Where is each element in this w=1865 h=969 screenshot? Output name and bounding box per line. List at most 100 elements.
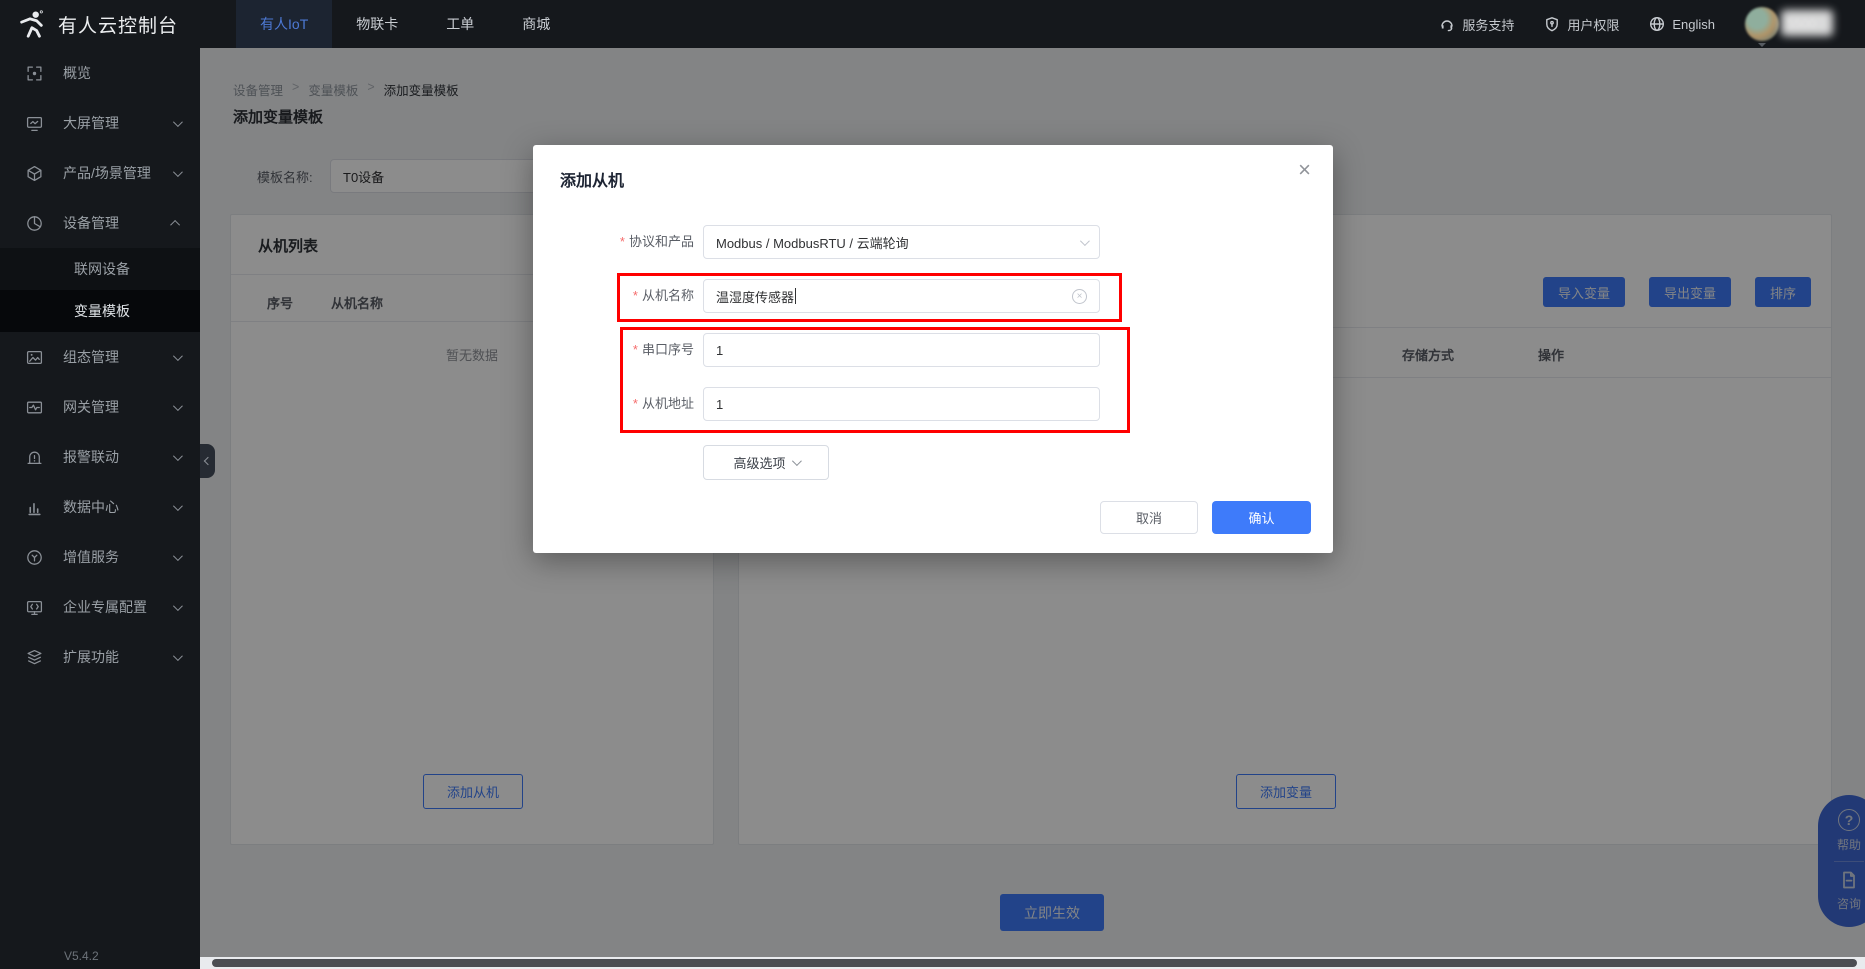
headset-icon <box>1439 16 1455 32</box>
nav-tab-workorder[interactable]: 工单 <box>422 0 498 48</box>
globe-icon <box>1649 16 1665 32</box>
sidebar-label: 数据中心 <box>63 497 119 517</box>
address-label: *从机地址 <box>533 387 694 421</box>
required-mark: * <box>633 288 638 303</box>
add-slave-modal: 添加从机 × *协议和产品 Modbus / ModbusRTU / 云端轮询 … <box>533 145 1333 553</box>
app-window: 有人云控制台 有人IoT 物联卡 工单 商城 服务支持 <box>0 0 1865 969</box>
language-switch[interactable]: English <box>1649 16 1715 32</box>
alarm-icon <box>26 449 43 466</box>
slave-name-value: 温湿度传感器 <box>716 287 794 306</box>
protocol-select[interactable]: Modbus / ModbusRTU / 云端轮询 <box>703 225 1100 259</box>
sidebar-label: 增值服务 <box>63 547 119 567</box>
nav-tab-mall[interactable]: 商城 <box>498 0 574 48</box>
sidebar-label: 扩展功能 <box>63 647 119 667</box>
chevron-down-icon <box>1080 236 1090 246</box>
sidebar-item-enterprise[interactable]: 企业专属配置 <box>0 582 200 632</box>
nav-tab-iot[interactable]: 有人IoT <box>236 0 332 48</box>
advanced-options-button[interactable]: 高级选项 <box>703 445 829 480</box>
slave-address-input[interactable] <box>703 387 1100 421</box>
confirm-button[interactable]: 确认 <box>1212 501 1311 534</box>
serial-label: *串口序号 <box>533 333 694 367</box>
chevron-up-icon <box>170 219 180 229</box>
cube-icon <box>26 165 43 182</box>
service-support-label: 服务支持 <box>1462 15 1514 34</box>
brand-title: 有人云控制台 <box>58 11 178 38</box>
sidebar-item-vas[interactable]: 增值服务 <box>0 532 200 582</box>
protocol-value: Modbus / ModbusRTU / 云端轮询 <box>716 233 909 252</box>
sidebar-label: 产品/场景管理 <box>63 163 151 183</box>
sidebar-item-variable-template[interactable]: 变量模板 <box>0 290 200 332</box>
chevron-down-icon <box>173 601 183 611</box>
sidebar-label: 网关管理 <box>63 397 119 417</box>
chevron-down-icon <box>173 351 183 361</box>
brand-logo-icon <box>16 9 46 39</box>
close-icon[interactable]: × <box>1298 159 1311 181</box>
protocol-field-row: *协议和产品 Modbus / ModbusRTU / 云端轮询 <box>533 225 1333 259</box>
sidebar-item-device[interactable]: 设备管理 <box>0 198 200 248</box>
required-mark: * <box>620 234 625 249</box>
sidebar-item-bigscreen[interactable]: 大屏管理 <box>0 98 200 148</box>
horizontal-scrollbar-thumb[interactable] <box>212 959 1857 967</box>
pie-chart-icon <box>26 215 43 232</box>
value-added-icon <box>26 549 43 566</box>
layers-icon <box>26 649 43 666</box>
sidebar-item-gateway[interactable]: 网关管理 <box>0 382 200 432</box>
sidebar-item-product[interactable]: 产品/场景管理 <box>0 148 200 198</box>
clear-input-icon[interactable]: × <box>1072 289 1087 304</box>
user-permissions-link[interactable]: 用户权限 <box>1544 15 1619 34</box>
primary-nav: 有人IoT 物联卡 工单 商城 <box>236 0 574 48</box>
sidebar-item-extensions[interactable]: 扩展功能 <box>0 632 200 682</box>
protocol-label: *协议和产品 <box>533 225 694 259</box>
nav-tab-sim[interactable]: 物联卡 <box>332 0 422 48</box>
blur-patch <box>1781 10 1833 36</box>
required-mark: * <box>633 342 638 357</box>
chevron-down-icon <box>173 167 183 177</box>
chevron-down-icon <box>173 551 183 561</box>
sidebar: 概览 大屏管理 产品/场景管理 设备管理 联网设备 变量模板 <box>0 48 200 969</box>
cancel-button[interactable]: 取消 <box>1100 501 1198 534</box>
sidebar-label: 设备管理 <box>63 213 119 233</box>
service-support-link[interactable]: 服务支持 <box>1439 15 1514 34</box>
image-icon <box>26 349 43 366</box>
sidebar-label: 企业专属配置 <box>63 597 147 617</box>
serial-field-row: *串口序号 <box>533 333 1333 367</box>
bar-chart-icon <box>26 499 43 516</box>
sidebar-item-alarm[interactable]: 报警联动 <box>0 432 200 482</box>
sidebar-item-scada[interactable]: 组态管理 <box>0 332 200 382</box>
chevron-down-icon <box>791 456 801 466</box>
sidebar-label: 组态管理 <box>63 347 119 367</box>
sidebar-label: 报警联动 <box>63 447 119 467</box>
monitor-code-icon <box>26 599 43 616</box>
address-field-row: *从机地址 <box>533 387 1333 421</box>
advanced-options-label: 高级选项 <box>733 453 785 472</box>
slave-name-field-row: *从机名称 温湿度传感器 × <box>533 279 1333 313</box>
gateway-icon <box>26 399 43 416</box>
serial-number-input[interactable] <box>703 333 1100 367</box>
chevron-down-icon <box>173 117 183 127</box>
username-blurred: 5500 <box>1787 14 1865 34</box>
slave-name-input[interactable]: 温湿度传感器 × <box>703 279 1100 313</box>
overview-icon <box>26 65 43 82</box>
user-permissions-label: 用户权限 <box>1567 15 1619 34</box>
device-submenu: 联网设备 变量模板 <box>0 248 200 332</box>
language-label: English <box>1672 17 1715 32</box>
shield-icon <box>1544 16 1560 32</box>
slave-name-label: *从机名称 <box>533 279 694 313</box>
modal-title: 添加从机 <box>560 167 624 191</box>
sidebar-collapse-handle[interactable] <box>200 444 215 478</box>
sidebar-item-datacenter[interactable]: 数据中心 <box>0 482 200 532</box>
avatar[interactable] <box>1745 7 1779 41</box>
version-label: V5.4.2 <box>64 949 99 963</box>
chevron-left-icon <box>203 457 211 465</box>
sidebar-label: 概览 <box>63 63 91 83</box>
text-cursor <box>795 288 796 304</box>
screen-icon <box>26 115 43 132</box>
sidebar-label: 大屏管理 <box>63 113 119 133</box>
top-bar: 有人云控制台 有人IoT 物联卡 工单 商城 服务支持 <box>0 0 1865 48</box>
chevron-down-icon <box>173 401 183 411</box>
user-menu[interactable]: 5500 <box>1745 0 1865 48</box>
required-mark: * <box>633 396 638 411</box>
horizontal-scrollbar <box>200 957 1865 969</box>
sidebar-item-online-devices[interactable]: 联网设备 <box>0 248 200 290</box>
sidebar-item-overview[interactable]: 概览 <box>0 48 200 98</box>
